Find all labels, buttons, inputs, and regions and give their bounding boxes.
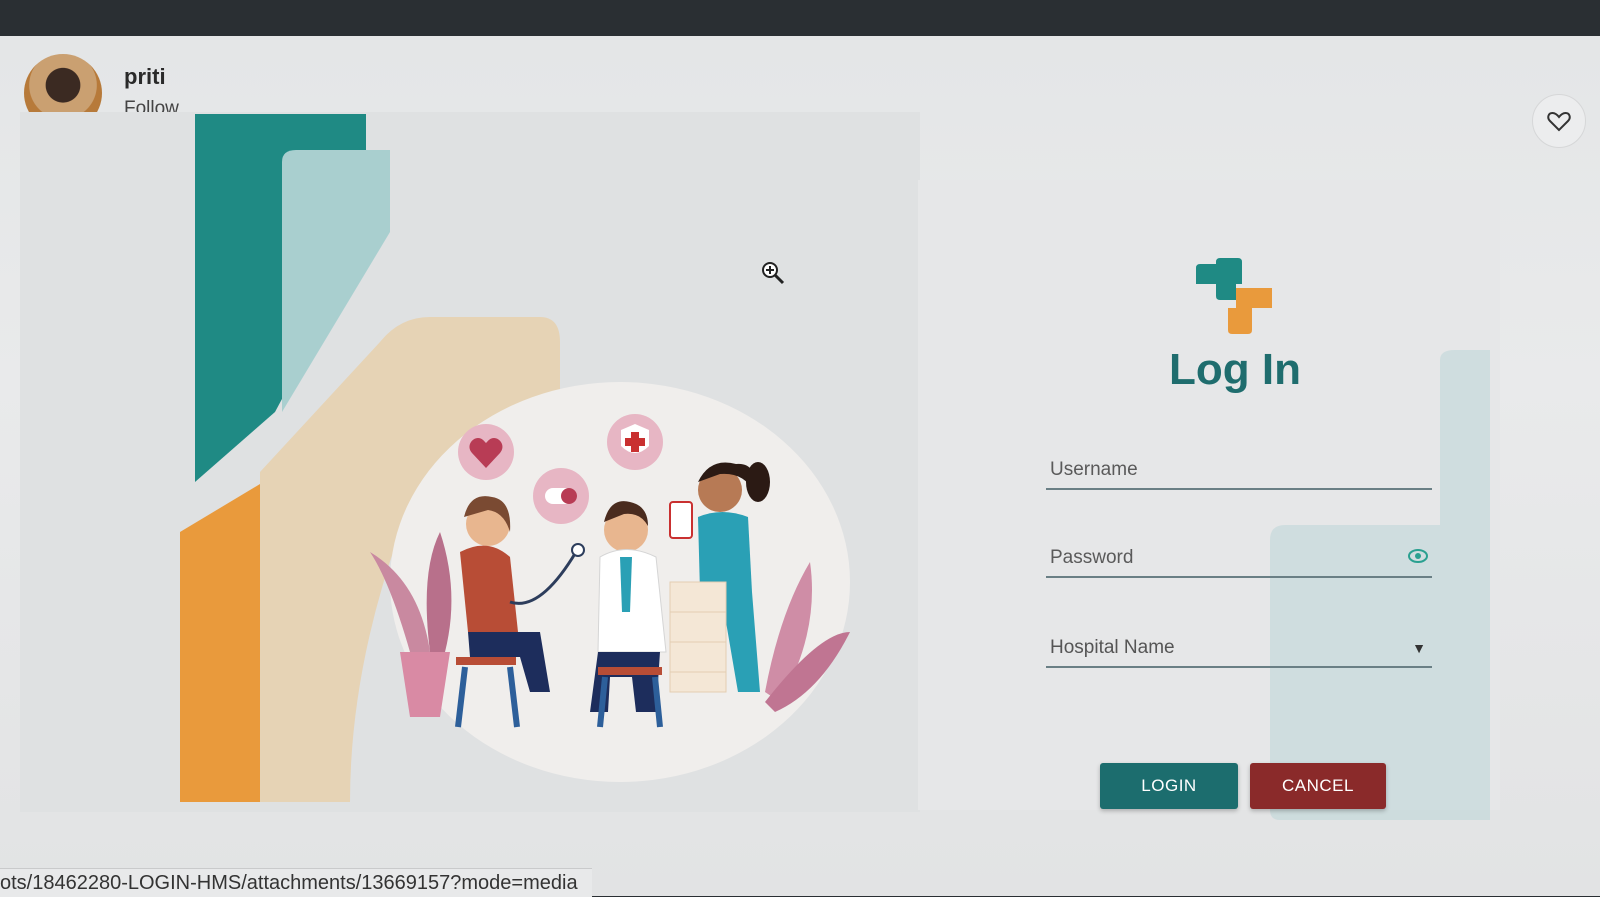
medical-illustration bbox=[180, 114, 850, 802]
like-button[interactable] bbox=[1532, 94, 1586, 148]
eye-icon[interactable] bbox=[1408, 549, 1428, 563]
heart-icon bbox=[1547, 111, 1571, 132]
password-field[interactable] bbox=[1046, 540, 1432, 578]
background-decor-shape bbox=[1270, 350, 1490, 820]
login-button[interactable]: LOGIN bbox=[1100, 763, 1238, 809]
username-field[interactable] bbox=[1046, 452, 1432, 490]
hospital-name-placeholder: Hospital Name bbox=[1050, 637, 1175, 658]
status-bar-url: ots/18462280-LOGIN-HMS/attachments/13669… bbox=[0, 868, 592, 897]
zoom-in-cursor-icon bbox=[762, 262, 785, 285]
hospital-cross-logo bbox=[1196, 258, 1272, 334]
illustration-panel bbox=[20, 112, 920, 812]
password-input[interactable] bbox=[1046, 547, 1432, 569]
profile-username: priti bbox=[124, 64, 166, 89]
username-input[interactable] bbox=[1046, 459, 1432, 481]
hospital-name-select[interactable]: Hospital Name ▼ bbox=[1046, 630, 1432, 668]
cancel-button[interactable]: CANCEL bbox=[1250, 763, 1386, 809]
login-title: Log In bbox=[1169, 345, 1301, 394]
chevron-down-icon[interactable]: ▼ bbox=[1412, 640, 1426, 656]
